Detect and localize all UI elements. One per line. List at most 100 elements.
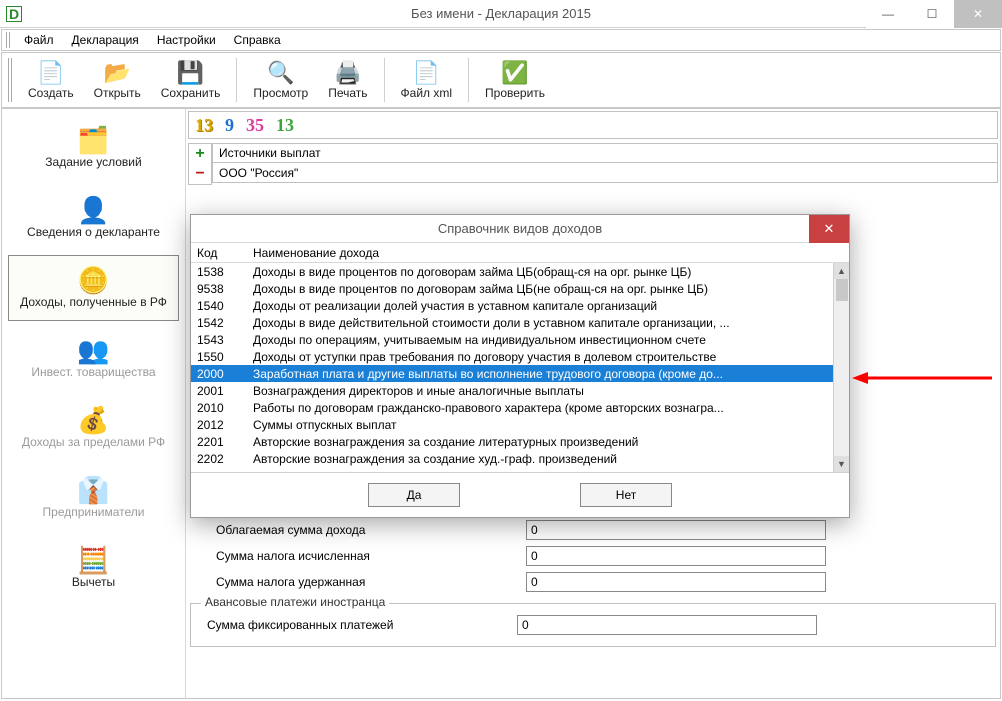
source-fields: Источники выплат ООО "Россия" [212,143,998,185]
menubar: Файл Декларация Настройки Справка [1,29,1001,51]
total-label: Сумма налога удержанная [216,575,526,589]
dialog-buttons: Да Нет [191,473,849,517]
sidebar-label: Предприниматели [43,506,145,519]
save-label: Сохранить [161,86,221,100]
income-type-row[interactable]: 9538Доходы в виде процентов по договорам… [191,280,849,297]
sidebar-item-invest[interactable]: 👥Инвест. товарищества [8,325,179,391]
xml-button[interactable]: 📄Файл xml [391,55,463,105]
coins-icon: 🪙 [77,266,109,296]
total-row: Облагаемая сумма дохода [216,517,984,543]
titlebar: D Без имени - Декларация 2015 — ☐ ✕ [0,0,1002,28]
print-button[interactable]: 🖨️Печать [318,55,377,105]
open-label: Открыть [94,86,141,100]
tab-rate-13-yellow[interactable]: 13 [191,115,217,136]
dialog-columns: Код Наименование дохода [191,243,849,263]
sidebar-item-deductions[interactable]: 🧮Вычеты [8,535,179,601]
tab-rate-9[interactable]: 9 [221,115,238,136]
minimize-button[interactable]: — [866,0,910,28]
add-source-button[interactable]: + [189,144,211,164]
source-item[interactable]: ООО "Россия" [212,163,998,183]
col-code[interactable]: Код [191,246,247,260]
menu-file[interactable]: Файл [16,31,62,49]
people-icon: 👥 [77,336,109,366]
preview-icon: 🔍 [267,60,294,86]
print-icon: 🖨️ [334,60,361,86]
col-name[interactable]: Наименование дохода [247,246,849,260]
income-type-row[interactable]: 1540Доходы от реализации долей участия в… [191,297,849,314]
sidebar-label: Доходы за пределами РФ [22,436,165,449]
income-type-row[interactable]: 1542Доходы в виде действительной стоимос… [191,314,849,331]
sidebar-item-declarant[interactable]: 👤Сведения о декларанте [8,185,179,251]
preview-label: Просмотр [253,86,308,100]
sidebar-item-conditions[interactable]: 🗂️Задание условий [8,115,179,181]
row-code: 2001 [191,384,247,398]
check-label: Проверить [485,86,545,100]
menu-help[interactable]: Справка [226,31,289,49]
window-controls: — ☐ ✕ [866,0,1002,28]
scroll-down-icon[interactable]: ▼ [834,456,849,472]
taxable-income-input[interactable] [526,520,826,540]
dialog-list[interactable]: 1538Доходы в виде процентов по договорам… [191,263,849,473]
income-type-row[interactable]: 1543Доходы по операциям, учитываемым на … [191,331,849,348]
preview-button[interactable]: 🔍Просмотр [243,55,318,105]
tax-calculated-input[interactable] [526,546,826,566]
tab-rate-35[interactable]: 35 [242,115,268,136]
income-type-row[interactable]: 2012Суммы отпускных выплат [191,416,849,433]
dialog-close-button[interactable]: ✕ [809,215,849,243]
scroll-up-icon[interactable]: ▲ [834,263,849,279]
open-button[interactable]: 📂Открыть [84,55,151,105]
save-button[interactable]: 💾Сохранить [151,55,231,105]
total-row: Сумма налога исчисленная [216,543,984,569]
no-button[interactable]: Нет [580,483,672,507]
menu-settings[interactable]: Настройки [149,31,224,49]
income-type-row[interactable]: 2001Вознаграждения директоров и иные ана… [191,382,849,399]
row-name: Заработная плата и другие выплаты во исп… [247,367,849,381]
close-button[interactable]: ✕ [954,0,1002,28]
scrollbar[interactable]: ▲ ▼ [833,263,849,472]
tax-withheld-input[interactable] [526,572,826,592]
sidebar-item-income-rf[interactable]: 🪙Доходы, полученные в РФ [8,255,179,321]
check-button[interactable]: ✅Проверить [475,55,555,105]
income-type-row[interactable]: 2010Работы по договорам гражданско-право… [191,399,849,416]
row-code: 9538 [191,282,247,296]
dialog-title: Справочник видов доходов ✕ [191,215,849,243]
sidebar-item-income-abroad[interactable]: 💰Доходы за пределами РФ [8,395,179,461]
row-name: Авторские вознаграждения за создание лит… [247,435,849,449]
row-name: Доходы в виде процентов по договорам зай… [247,282,849,296]
sources-header: Источники выплат [212,143,998,163]
create-label: Создать [28,86,74,100]
source-buttons: + − [188,143,212,185]
toolbar-grip-icon [6,32,10,48]
income-type-row[interactable]: 2201Авторские вознаграждения за создание… [191,433,849,450]
income-type-dialog: Справочник видов доходов ✕ Код Наименова… [190,214,850,518]
tab-rate-13-green[interactable]: 13 [272,115,298,136]
open-folder-icon: 📂 [103,60,130,86]
row-name: Работы по договорам гражданско-правового… [247,401,849,415]
income-type-row[interactable]: 1550Доходы от уступки прав требования по… [191,348,849,365]
window-title: Без имени - Декларация 2015 [0,6,1002,21]
advance-input[interactable] [517,615,817,635]
row-code: 2202 [191,452,247,466]
sidebar-item-entrepreneurs[interactable]: 👔Предприниматели [8,465,179,531]
scroll-thumb[interactable] [836,279,848,301]
yes-button[interactable]: Да [368,483,460,507]
income-type-row[interactable]: 2000Заработная плата и другие выплаты во… [191,365,849,382]
create-button[interactable]: 📄Создать [18,55,84,105]
maximize-button[interactable]: ☐ [910,0,954,28]
new-file-icon: 📄 [37,60,64,86]
income-type-row[interactable]: 2202Авторские вознаграждения за создание… [191,450,849,467]
separator [468,58,469,102]
income-type-row[interactable]: 1538Доходы в виде процентов по договорам… [191,263,849,280]
person-icon: 👤 [77,196,109,226]
row-code: 1543 [191,333,247,347]
row-code: 2012 [191,418,247,432]
total-label: Облагаемая сумма дохода [216,523,526,537]
row-code: 2201 [191,435,247,449]
sidebar-label: Вычеты [72,576,115,589]
separator [236,58,237,102]
row-name: Доходы в виде процентов по договорам зай… [247,265,849,279]
row-code: 2010 [191,401,247,415]
total-label: Сумма налога исчисленная [216,549,526,563]
menu-declaration[interactable]: Декларация [64,31,147,49]
remove-source-button[interactable]: − [189,164,211,184]
